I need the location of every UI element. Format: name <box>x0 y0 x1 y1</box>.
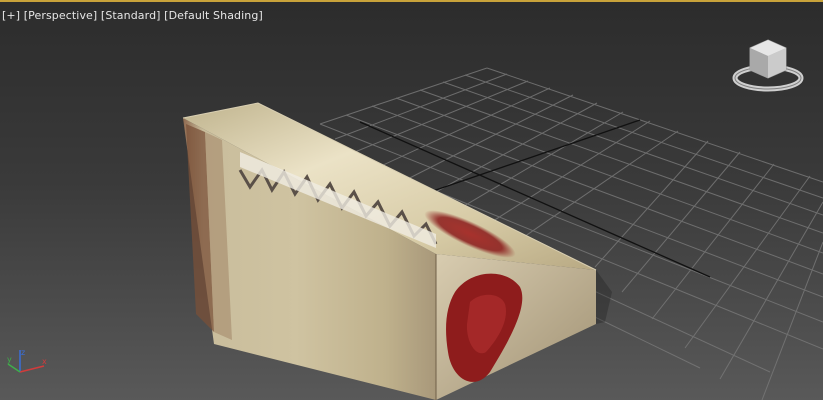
svg-text:x: x <box>42 357 47 366</box>
svg-text:y: y <box>7 355 12 364</box>
viewcube-icon[interactable] <box>731 38 805 98</box>
scene-canvas[interactable] <box>0 2 823 400</box>
svg-text:z: z <box>21 348 25 357</box>
axis-tripod-icon: z y x <box>7 348 47 373</box>
textured-box-object[interactable] <box>182 102 612 400</box>
perspective-viewport[interactable]: [+] [Perspective] [Standard] [Default Sh… <box>0 0 823 400</box>
